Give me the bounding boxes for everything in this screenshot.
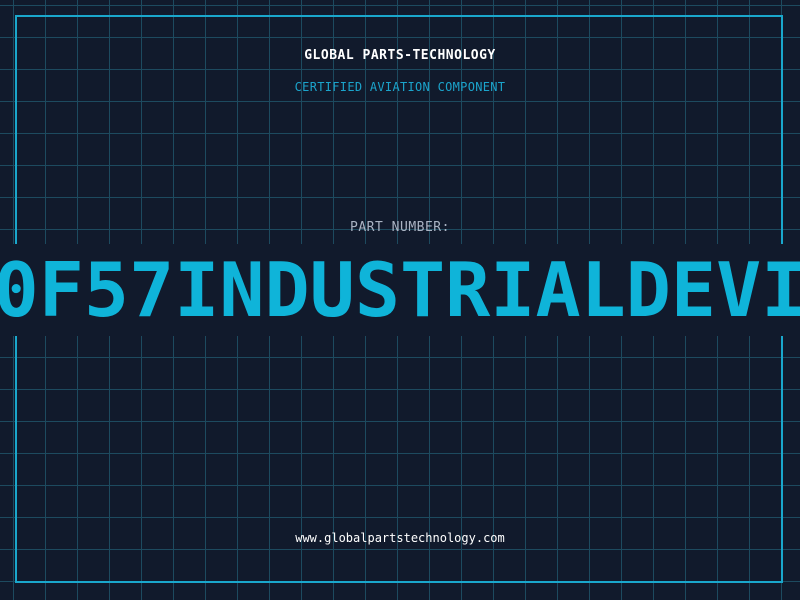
brand-subtitle: CERTIFIED AVIATION COMPONENT <box>294 80 506 94</box>
brand-title: GLOBAL PARTS-TECHNOLOGY <box>304 48 496 63</box>
part-number-band: 0F57INDUSTRIALDEVI <box>0 244 800 336</box>
website-url: www.globalpartstechnology.com <box>295 531 505 545</box>
part-number-value: 0F57INDUSTRIALDEVI <box>0 246 800 334</box>
part-number-label: PART NUMBER: <box>350 220 450 235</box>
